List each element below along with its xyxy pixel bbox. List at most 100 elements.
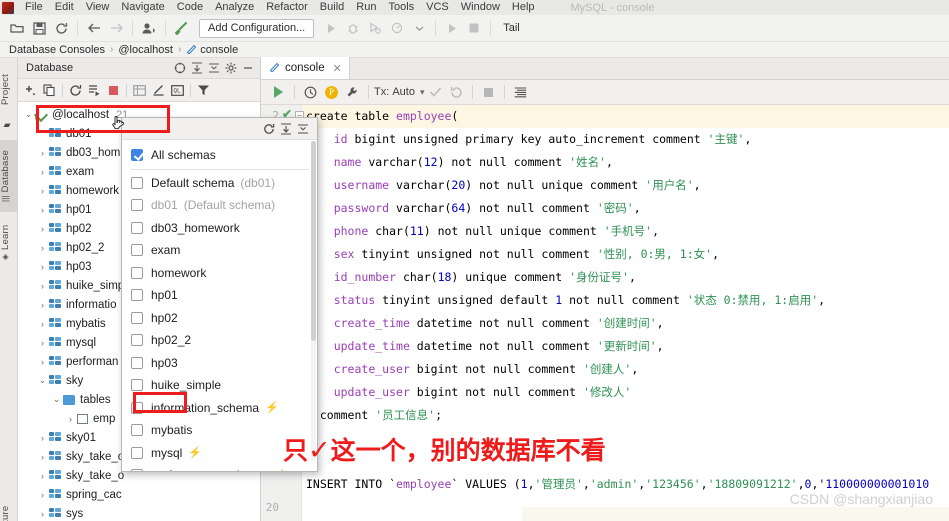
- menu-item-window[interactable]: Window: [455, 0, 506, 15]
- schema-option[interactable]: hp02: [122, 307, 317, 330]
- menu-item-run[interactable]: Run: [350, 0, 382, 15]
- menu-item-file[interactable]: File: [19, 0, 49, 15]
- checkbox-icon[interactable]: [131, 244, 143, 257]
- chevron-right-icon[interactable]: ›: [36, 319, 49, 329]
- collapse-all-icon[interactable]: [294, 120, 311, 137]
- open-folder-icon[interactable]: [6, 17, 28, 39]
- breadcrumb-item-database-consoles[interactable]: Database Consoles: [9, 44, 105, 56]
- stop-square-icon[interactable]: [478, 82, 499, 103]
- output-panel-icon[interactable]: [510, 82, 531, 103]
- run-sql-icon[interactable]: [85, 81, 104, 100]
- run-coverage-icon[interactable]: [364, 17, 386, 39]
- menu-item-build[interactable]: Build: [314, 0, 350, 15]
- expand-all-icon[interactable]: [188, 60, 205, 77]
- schema-option[interactable]: huike_simple: [122, 374, 317, 397]
- schema-selector-popup[interactable]: All schemas Default schema (db01) db01 (Defa…: [121, 117, 318, 472]
- checkbox-icon[interactable]: [131, 401, 143, 414]
- menu-item-analyze[interactable]: Analyze: [209, 0, 260, 15]
- target-locate-icon[interactable]: [171, 60, 188, 77]
- close-icon[interactable]: ✕: [333, 62, 342, 75]
- menu-item-edit[interactable]: Edit: [49, 0, 80, 15]
- chevron-right-icon[interactable]: ›: [36, 300, 49, 310]
- save-icon[interactable]: [28, 17, 50, 39]
- chevron-right-icon[interactable]: ›: [36, 262, 49, 272]
- checkbox-icon[interactable]: [131, 356, 143, 369]
- tail-button[interactable]: Tail: [496, 22, 527, 34]
- chevron-right-icon[interactable]: ›: [36, 452, 49, 462]
- rail-item-project[interactable]: Project: [0, 62, 18, 118]
- clock-history-icon[interactable]: [300, 82, 321, 103]
- chevron-right-icon[interactable]: ›: [36, 338, 49, 348]
- chevron-right-icon[interactable]: ›: [36, 433, 49, 443]
- popup-scrollbar[interactable]: [311, 141, 316, 461]
- menu-item-vcs[interactable]: VCS: [420, 0, 455, 15]
- checkbox-icon[interactable]: [131, 469, 143, 471]
- checkbox-icon[interactable]: [131, 266, 143, 279]
- profiler-icon[interactable]: [386, 17, 408, 39]
- chevron-right-icon[interactable]: ›: [36, 148, 49, 158]
- checkbox-icon[interactable]: [131, 446, 143, 459]
- arrow-right-icon[interactable]: [105, 17, 127, 39]
- stop-red-icon[interactable]: [104, 81, 123, 100]
- checkbox-icon[interactable]: [131, 289, 143, 302]
- chevron-down-icon[interactable]: [408, 17, 430, 39]
- modify-icon[interactable]: [149, 81, 168, 100]
- chevron-down-icon[interactable]: ⌄: [36, 375, 49, 386]
- tree-node[interactable]: › sys: [18, 504, 260, 521]
- transaction-mode-dropdown[interactable]: Tx: Auto ▾: [374, 86, 425, 98]
- menu-item-help[interactable]: Help: [506, 0, 541, 15]
- tree-node[interactable]: › spring_cac: [18, 485, 260, 504]
- menu-item-refactor[interactable]: Refactor: [260, 0, 314, 15]
- schema-option[interactable]: exam: [122, 239, 317, 262]
- arrow-left-icon[interactable]: [83, 17, 105, 39]
- tab-console[interactable]: console ✕: [261, 57, 350, 79]
- chevron-right-icon[interactable]: ›: [36, 243, 49, 253]
- checkbox-icon[interactable]: [131, 424, 143, 437]
- run-triangle-icon[interactable]: [268, 82, 289, 103]
- checkbox-icon[interactable]: [131, 379, 143, 392]
- hammer-icon[interactable]: [171, 17, 193, 39]
- checkbox-icon[interactable]: [131, 311, 143, 324]
- wrench-icon[interactable]: [342, 82, 363, 103]
- chevron-right-icon[interactable]: ›: [36, 357, 49, 367]
- debug-bug-icon[interactable]: [342, 17, 364, 39]
- table-editor-icon[interactable]: [130, 81, 149, 100]
- collapse-all-icon[interactable]: [205, 60, 222, 77]
- breadcrumb-item-localhost[interactable]: @localhost: [118, 44, 173, 56]
- menu-item-tools[interactable]: Tools: [382, 0, 420, 15]
- commit-check-icon[interactable]: [425, 82, 446, 103]
- chevron-right-icon[interactable]: ›: [36, 471, 49, 481]
- refresh-icon[interactable]: [260, 120, 277, 137]
- rail-item-learn[interactable]: ◈ Learn: [0, 218, 18, 268]
- schema-option[interactable]: Default schema (db01): [122, 172, 317, 195]
- menu-item-code[interactable]: Code: [171, 0, 209, 15]
- checkbox-checked-icon[interactable]: [131, 149, 143, 162]
- chevron-right-icon[interactable]: ›: [36, 167, 49, 177]
- minimize-icon[interactable]: [239, 60, 256, 77]
- add-plus-icon[interactable]: [21, 81, 40, 100]
- stop-square-icon[interactable]: [463, 17, 485, 39]
- user-icon[interactable]: [138, 17, 160, 39]
- checkbox-icon[interactable]: [131, 176, 143, 189]
- run-triangle-icon[interactable]: [320, 17, 342, 39]
- parameters-p-icon[interactable]: P: [321, 82, 342, 103]
- schema-option[interactable]: hp02_2: [122, 329, 317, 352]
- chevron-right-icon[interactable]: ›: [36, 281, 49, 291]
- schema-option[interactable]: information_schema ⚡: [122, 397, 317, 420]
- filter-icon[interactable]: [194, 81, 213, 100]
- checkbox-icon[interactable]: [131, 199, 143, 212]
- chevron-right-icon[interactable]: ›: [36, 186, 49, 196]
- chevron-right-icon[interactable]: ›: [36, 490, 49, 500]
- schema-popup-list[interactable]: All schemas Default schema (db01) db01 (Defa…: [122, 140, 317, 471]
- chevron-down-icon[interactable]: ⌄: [50, 394, 63, 405]
- chevron-right-icon[interactable]: ›: [36, 509, 49, 519]
- schema-option[interactable]: All schemas: [122, 144, 317, 167]
- chevron-right-icon[interactable]: ›: [36, 224, 49, 234]
- breadcrumb-item-console[interactable]: console: [200, 44, 238, 56]
- menu-item-navigate[interactable]: Navigate: [115, 0, 170, 15]
- checkbox-icon[interactable]: [131, 334, 143, 347]
- add-configuration-button[interactable]: Add Configuration...: [199, 18, 315, 38]
- refresh-icon[interactable]: [50, 17, 72, 39]
- checkbox-icon[interactable]: [131, 221, 143, 234]
- copy-icon[interactable]: [40, 81, 59, 100]
